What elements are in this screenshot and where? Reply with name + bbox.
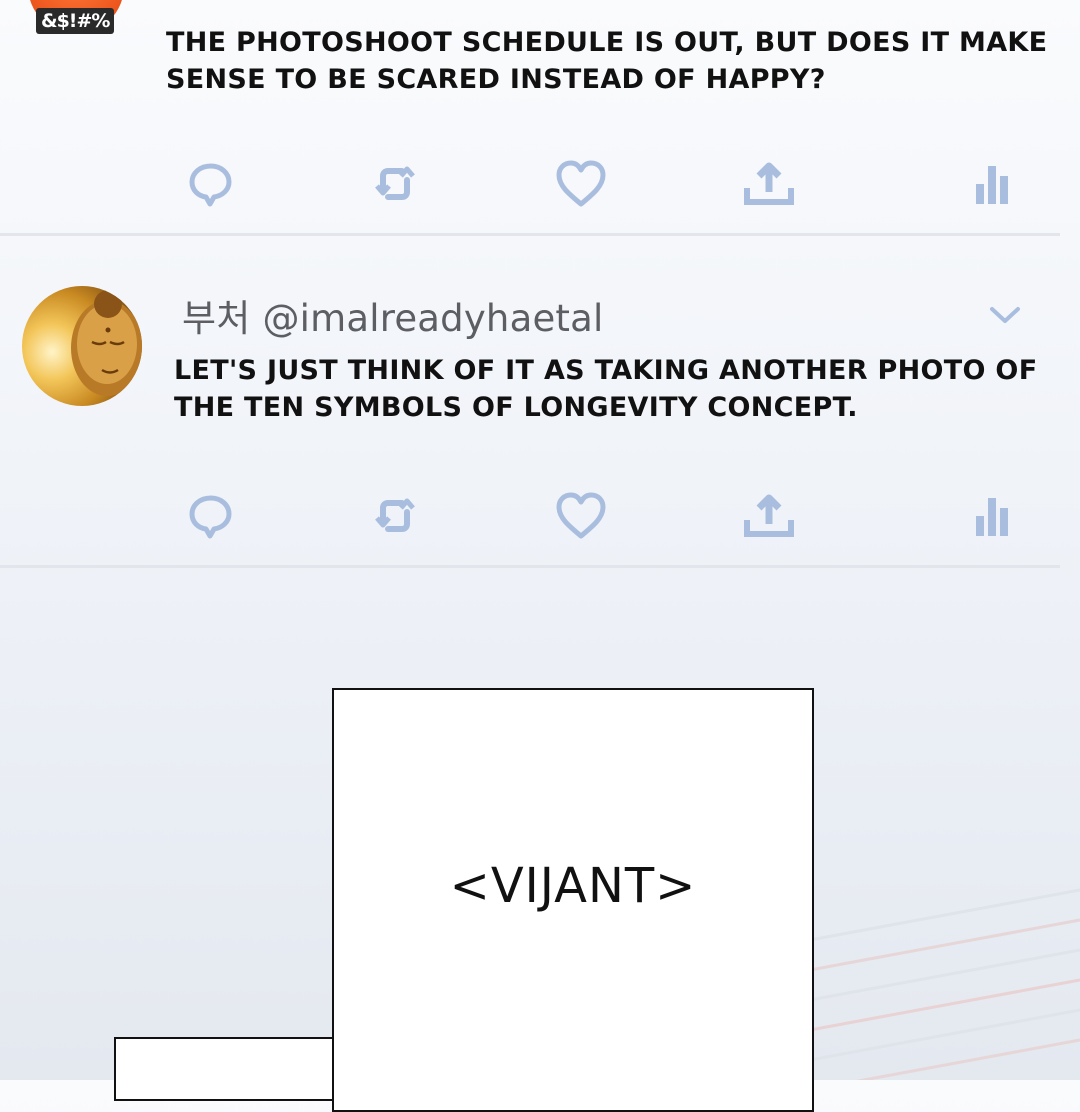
like-icon — [556, 492, 606, 539]
retweet-button[interactable] — [367, 488, 423, 544]
retweet-icon — [375, 166, 415, 200]
divider — [0, 233, 1060, 236]
buddha-avatar-image — [71, 290, 142, 396]
reply-icon — [189, 163, 232, 207]
panel-fill — [334, 1030, 810, 1090]
reply-button[interactable] — [183, 156, 239, 212]
retweet-icon — [375, 498, 415, 532]
tweet-text: LET'S JUST THINK OF IT AS TAKING ANOTHER… — [174, 355, 1038, 423]
analytics-icon — [976, 498, 1008, 536]
retweet-button[interactable] — [367, 156, 423, 212]
chevron-down-icon[interactable] — [988, 302, 1022, 328]
divider — [0, 565, 1060, 568]
reply-button[interactable] — [183, 488, 239, 544]
like-icon — [556, 160, 606, 207]
like-button[interactable] — [553, 156, 609, 212]
panel-caption: <VIJANT> — [449, 858, 697, 914]
tweet-actions — [0, 488, 1080, 548]
tweet-text: THE PHOTOSHOOT SCHEDULE IS OUT, BUT DOES… — [166, 27, 1048, 95]
avatar[interactable] — [22, 286, 142, 406]
censor-badge: &$!#% — [36, 8, 115, 34]
share-button[interactable] — [741, 488, 797, 544]
analytics-button[interactable] — [964, 488, 1020, 544]
username-handle[interactable]: 부처 @imalreadyhaetal — [182, 288, 603, 342]
like-button[interactable] — [553, 488, 609, 544]
background-streaks — [810, 888, 1080, 1080]
analytics-icon — [976, 166, 1008, 204]
tweet-actions — [0, 156, 1080, 216]
analytics-button[interactable] — [964, 156, 1020, 212]
share-icon — [744, 494, 794, 537]
reply-icon — [189, 495, 232, 539]
share-icon — [744, 162, 794, 205]
share-button[interactable] — [741, 156, 797, 212]
